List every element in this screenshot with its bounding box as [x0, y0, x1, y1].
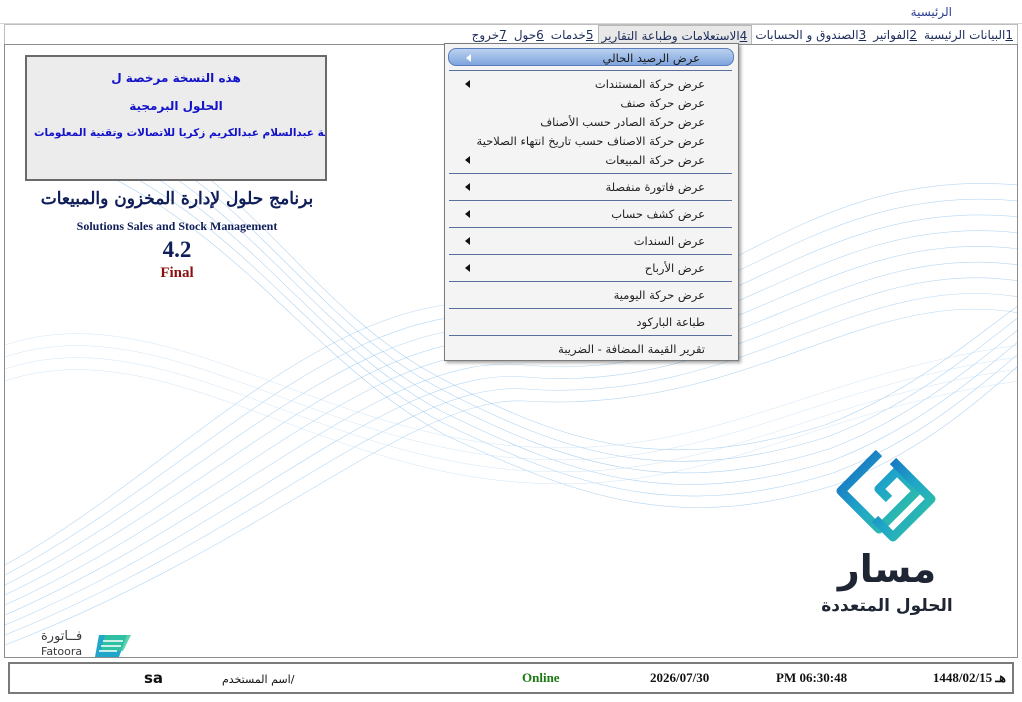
menu-separator [449, 200, 732, 201]
program-release: Final [160, 265, 194, 281]
window-title: الرئيسية [910, 5, 952, 19]
fatoora-logo: فــاتورة Fatoora [39, 629, 139, 658]
app-window: الرئيسية 1البيانات الرئيسية 2الفواتير 3ا… [0, 0, 1022, 702]
status-user-label: اسم المستخدم/ [222, 673, 295, 686]
submenu-arrow-icon [465, 156, 470, 164]
fatoora-icon [95, 635, 131, 657]
status-connection: Online [522, 670, 560, 685]
menu-separator [449, 173, 732, 174]
status-time: PM 06:30:48 [776, 670, 848, 685]
submenu-arrow-icon [465, 80, 470, 88]
masar-brand-name: مسار [837, 547, 937, 591]
submenu-arrow-icon [465, 210, 470, 218]
program-version: 4.2 [162, 237, 192, 262]
menu-about[interactable]: 6حول [511, 25, 548, 45]
menu-separator [449, 227, 732, 228]
masar-brand-subtitle: الحلول المتعددة [821, 596, 953, 616]
menu-item-separate-invoice[interactable]: عرض فاتورة منفصلة [445, 178, 738, 197]
license-line-1: هذه النسخة مرخصة ل [111, 71, 241, 85]
menu-exit[interactable]: 7خروج [469, 25, 511, 45]
license-line-3: مؤسسة عبدالسلام عبدالكريم زكريا للاتصالا… [33, 127, 327, 139]
reports-dropdown-menu: عرض الرصيد الحالي عرض حركة المستندات عرض… [444, 43, 739, 361]
status-user: sa [144, 669, 164, 687]
status-hijri-date: 1448/02/15 هـ [932, 670, 1006, 685]
menu-separator [449, 308, 732, 309]
menu-invoices[interactable]: 2الفواتير [870, 25, 921, 45]
fatoora-label-ar: فــاتورة [41, 629, 83, 644]
menu-separator [449, 254, 732, 255]
menu-item-print-barcode[interactable]: طباعة الباركود [445, 313, 738, 332]
title-bar: الرئيسية [0, 0, 1022, 24]
menu-item-documents-movement[interactable]: عرض حركة المستندات [445, 75, 738, 94]
license-line-2: الحلول البرمجية [129, 99, 223, 113]
menu-item-account-statement[interactable]: عرض كشف حساب [445, 205, 738, 224]
menu-main-data[interactable]: 1البيانات الرئيسية [921, 25, 1017, 45]
menu-item-current-balance[interactable]: عرض الرصيد الحالي [448, 48, 734, 66]
status-date: 2026/07/30 [650, 670, 710, 685]
program-name-en: Solutions Sales and Stock Management [76, 219, 278, 233]
masar-logo-icon [836, 449, 936, 542]
license-box: هذه النسخة مرخصة ل الحلول البرمجية مؤسسة… [25, 55, 327, 181]
menu-item-profits[interactable]: عرض الأرباح [445, 259, 738, 278]
menu-item-vouchers[interactable]: عرض السندات [445, 232, 738, 251]
menu-separator [449, 335, 732, 336]
submenu-arrow-icon [466, 54, 471, 62]
status-bar: 1448/02/15 هـ PM 06:30:48 2026/07/30 Onl… [8, 662, 1014, 694]
submenu-arrow-icon [465, 183, 470, 191]
menu-item-vat-report[interactable]: تقرير القيمة المضافة - الضريبة [445, 340, 738, 359]
menu-cash-accounts[interactable]: 3الصندوق و الحسابات [752, 25, 870, 45]
menu-queries-reports[interactable]: 4الاستعلامات وطباعة التقارير [597, 25, 753, 45]
menu-services[interactable]: 5خدمات [548, 25, 598, 45]
menu-item-items-by-expiry[interactable]: عرض حركة الاصناف حسب تاريخ انتهاء الصلاح… [445, 132, 738, 151]
menu-item-sales-movement[interactable]: عرض حركة المبيعات [445, 151, 738, 170]
menu-item-outgoing-by-items[interactable]: عرض حركة الصادر حسب الأصناف [445, 113, 738, 132]
menu-separator [449, 70, 732, 71]
menu-item-item-movement[interactable]: عرض حركة صنف [445, 94, 738, 113]
program-name-ar: برنامج حلول لإدارة المخزون والمبيعات [40, 189, 314, 209]
fatoora-label-en: Fatoora [41, 645, 83, 658]
menu-item-daily-movement[interactable]: عرض حركة اليومية [445, 286, 738, 305]
submenu-arrow-icon [465, 264, 470, 272]
menu-separator [449, 281, 732, 282]
submenu-arrow-icon [465, 237, 470, 245]
menu-bar: 1البيانات الرئيسية 2الفواتير 3الصندوق و … [4, 24, 1018, 45]
